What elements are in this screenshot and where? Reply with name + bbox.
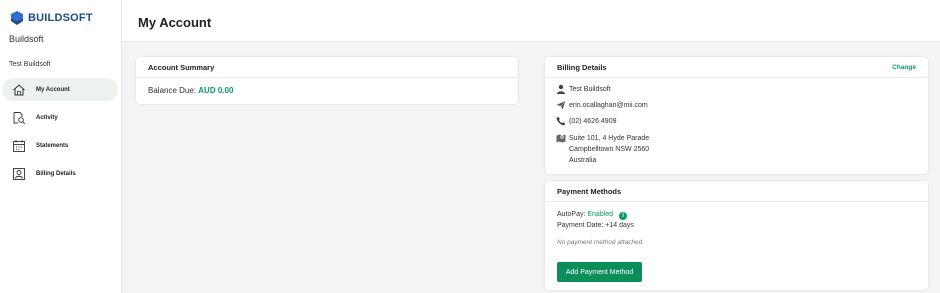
map-pin-icon <box>556 133 566 143</box>
add-payment-method-button[interactable]: Add Payment Method <box>557 262 642 282</box>
payment-methods-card: Payment Methods AutoPay: Enabled i Payme… <box>545 181 928 290</box>
card-title: Billing Details <box>557 62 607 72</box>
brand-logo[interactable]: BUILDSOFT <box>9 10 93 26</box>
balance-label: Balance Due: <box>148 86 197 95</box>
sidebar-item-label: My Account <box>36 86 70 93</box>
billing-email-row: erin.ocallaghan@mii.com <box>556 100 648 111</box>
phone-icon <box>556 116 566 126</box>
balance-due: Balance Due: AUD 0.00 <box>148 86 233 95</box>
autopay-label: AutoPay: <box>557 211 586 218</box>
account-summary-card: Account Summary Balance Due: AUD 0.00 <box>136 57 518 104</box>
calendar-icon <box>12 139 26 153</box>
info-icon[interactable]: i <box>619 212 628 220</box>
billing-address-row: Suite 101, 4 Hyde Parade Campbelltown NS… <box>556 133 649 166</box>
payment-date: Payment Date: +14 days <box>557 222 634 229</box>
balance-amount: AUD 0.00 <box>198 86 234 95</box>
page-header: My Account <box>122 0 940 42</box>
user-name: Test Buildsoft <box>9 61 51 68</box>
card-header: Billing Details Change <box>545 57 928 78</box>
autopay-status: Enabled <box>587 211 614 218</box>
billing-phone-row: (02) 4626 4909 <box>556 116 616 127</box>
user-card-icon <box>12 167 26 181</box>
brand-name: BUILDSOFT <box>28 12 93 24</box>
autopay-row: AutoPay: Enabled i <box>557 211 628 220</box>
sidebar-item-label: Activity <box>36 114 58 121</box>
billing-name: Test Buildsoft <box>569 86 611 93</box>
card-header: Payment Methods <box>545 181 928 202</box>
home-icon <box>12 83 26 97</box>
card-header: Account Summary <box>136 57 518 78</box>
sidebar-item-my-account[interactable]: My Account <box>2 78 118 101</box>
buildsoft-logo-icon <box>11 11 23 25</box>
company-name: Buildsoft <box>9 34 44 44</box>
address-line-3: Australia <box>569 157 597 164</box>
page-title: My Account <box>138 15 212 30</box>
sidebar-item-label: Statements <box>36 142 69 149</box>
billing-email: erin.ocallaghan@mii.com <box>569 102 648 109</box>
sidebar-item-billing-details[interactable]: Billing Details <box>2 162 118 185</box>
send-icon <box>556 100 566 110</box>
change-link[interactable]: Change <box>892 64 916 71</box>
no-payment-method-text: No payment method attached <box>557 239 643 246</box>
billing-name-row: Test Buildsoft <box>556 84 611 95</box>
sidebar-item-activity[interactable]: Activity <box>2 106 118 129</box>
billing-phone: (02) 4626 4909 <box>569 118 617 125</box>
sidebar-item-label: Billing Details <box>36 170 76 177</box>
sidebar-item-statements[interactable]: Statements <box>2 134 118 157</box>
sidebar: BUILDSOFT Buildsoft Test Buildsoft My Ac… <box>0 0 122 293</box>
billing-details-card: Billing Details Change Test Buildsoft er… <box>545 57 928 174</box>
address-line-2: Campbelltown NSW 2560 <box>569 146 650 153</box>
card-title: Account Summary <box>148 62 215 72</box>
billing-address: Suite 101, 4 Hyde Parade Campbelltown NS… <box>569 133 649 166</box>
address-line-1: Suite 101, 4 Hyde Parade <box>569 135 650 142</box>
activity-search-icon <box>12 111 26 125</box>
person-icon <box>556 84 566 94</box>
card-title: Payment Methods <box>557 186 622 196</box>
